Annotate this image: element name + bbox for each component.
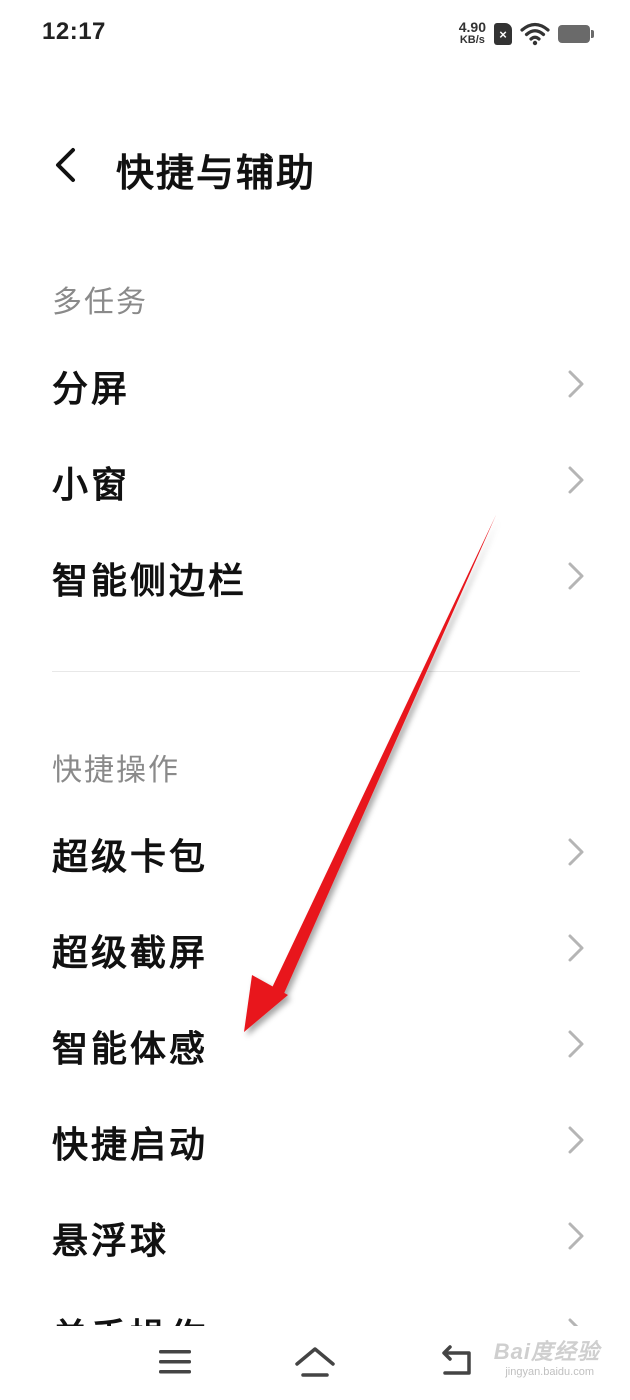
status-icons: 4.90 KB/s × — [458, 18, 594, 50]
baidu-jingyan-watermark: Bai度经验 jingyan.baidu.com — [480, 1330, 600, 1390]
page-title: 快捷与辅助 — [116, 151, 317, 195]
return-icon — [442, 1345, 471, 1375]
list-item-label: 分屏 — [52, 369, 131, 410]
chevron-right-icon — [568, 1126, 584, 1154]
list-item-label: 悬浮球 — [52, 1221, 170, 1262]
list-item-split-screen[interactable]: 分屏 — [0, 338, 630, 434]
list-item-label: 智能体感 — [52, 1029, 209, 1070]
list-item-label: 智能侧边栏 — [52, 561, 248, 602]
list-item-small-window[interactable]: 小窗 — [0, 434, 630, 530]
list-item-floating-ball[interactable]: 悬浮球 — [0, 1190, 630, 1286]
nav-home-button[interactable] — [290, 1340, 340, 1384]
list-item-one-hand-mode[interactable]: 单手操作 — [0, 1286, 630, 1326]
status-bar: 12:17 4.90 KB/s × — [0, 0, 630, 68]
list-item-quick-launch[interactable]: 快捷启动 — [0, 1094, 630, 1190]
list-item-label: 超级卡包 — [52, 837, 209, 878]
network-speed: 4.90 KB/s — [458, 19, 486, 47]
watermark-main: Bai度经验 — [493, 1339, 600, 1364]
chevron-right-icon — [568, 838, 584, 866]
page-header: 快捷与辅助 — [0, 120, 630, 210]
battery-icon — [558, 25, 594, 43]
section-label-quick-actions: 快捷操作 — [52, 753, 180, 788]
section-label-multitask: 多任务 — [52, 285, 148, 320]
list-item-label: 超级截屏 — [52, 933, 209, 974]
list-item-label: 快捷启动 — [52, 1125, 209, 1166]
home-icon — [295, 1347, 335, 1377]
list-item-label: 小窗 — [52, 465, 131, 506]
nav-back-button[interactable] — [432, 1340, 482, 1384]
no-sim-icon: × — [494, 23, 512, 45]
chevron-left-icon — [56, 148, 75, 182]
menu-icon — [159, 1350, 191, 1374]
chevron-right-icon — [568, 562, 584, 590]
chevron-right-icon — [568, 934, 584, 962]
status-time: 12:17 — [42, 18, 106, 45]
list-item-super-card-pack[interactable]: 超级卡包 — [0, 806, 630, 902]
back-button[interactable] — [42, 140, 88, 190]
network-speed-value: 4.90 — [458, 19, 486, 35]
section-divider — [52, 671, 580, 672]
chevron-right-icon — [568, 370, 584, 398]
chevron-right-icon — [568, 1318, 579, 1326]
list-item-super-screenshot[interactable]: 超级截屏 — [0, 902, 630, 998]
chevron-right-icon — [568, 466, 584, 494]
list-item-label: 单手操作 — [52, 1308, 208, 1326]
chevron-right-icon — [568, 1222, 584, 1250]
network-speed-unit: KB/s — [459, 34, 485, 46]
wifi-icon — [520, 22, 550, 46]
watermark-sub: jingyan.baidu.com — [505, 1366, 594, 1378]
list-item-smart-motion[interactable]: 智能体感 — [0, 998, 630, 1094]
nav-menu-button[interactable] — [150, 1340, 200, 1384]
chevron-right-icon — [568, 1030, 584, 1058]
list-item-smart-sidebar[interactable]: 智能侧边栏 — [0, 530, 630, 626]
